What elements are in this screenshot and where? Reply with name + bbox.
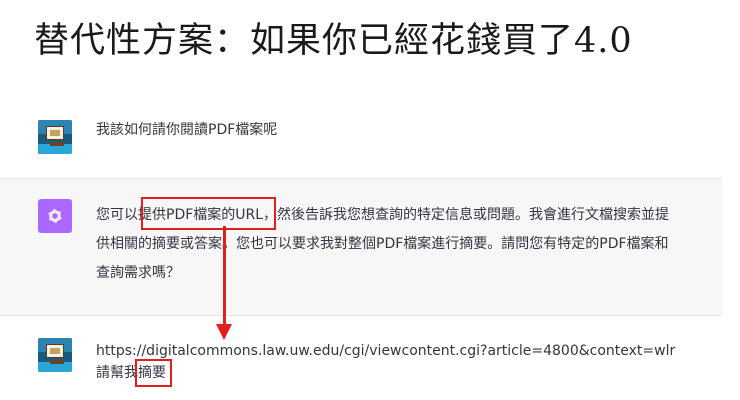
highlight-box-pdf-url	[141, 197, 276, 230]
user-avatar	[38, 338, 72, 372]
user-message-text: https://digitalcommons.law.uw.edu/cgi/vi…	[96, 340, 675, 384]
assistant-line-2: 供相關的摘要或答案。您也可以要求我對整個PDF檔案進行摘要。請問您有特定的PDF…	[96, 236, 669, 252]
assistant-message-row: 您可以提供PDF檔案的URL，然後告訴我您想查詢的特定信息或問題。我會進行文檔搜…	[0, 178, 722, 316]
annotation-arrow-head	[216, 324, 232, 340]
user-message-row: 我該如何請你閱讀PDF檔案呢	[0, 100, 722, 178]
assistant-line-3: 查詢需求嗎？	[96, 265, 180, 281]
annotation-arrow-line	[223, 226, 226, 326]
pdf-url-link[interactable]: https://digitalcommons.law.uw.edu/cgi/vi…	[96, 340, 675, 362]
user-avatar	[38, 120, 72, 154]
summary-request: 請幫我摘要	[96, 365, 166, 381]
user-message-row: https://digitalcommons.law.uw.edu/cgi/vi…	[0, 316, 722, 400]
highlight-box-summary	[135, 359, 172, 387]
user-message-text: 我該如何請你閱讀PDF檔案呢	[96, 122, 278, 138]
slide-title: 替代性方案：如果你已經花錢買了4.0	[34, 21, 633, 61]
openai-logo-icon	[38, 199, 72, 233]
